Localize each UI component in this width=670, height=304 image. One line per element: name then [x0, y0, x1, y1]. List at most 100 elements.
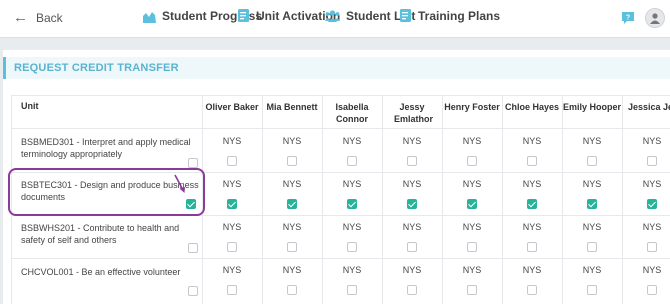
users-icon — [325, 10, 340, 22]
row-divider — [11, 95, 670, 96]
row-divider — [11, 258, 670, 259]
transfer-checkbox[interactable] — [647, 199, 657, 209]
transfer-checkbox[interactable] — [347, 285, 357, 295]
student-column-header: Henry Foster — [444, 102, 500, 112]
status-text: NYS — [642, 265, 662, 275]
back-button[interactable]: ← Back — [13, 10, 63, 25]
transfer-checkbox[interactable] — [587, 199, 597, 209]
status-text: NYS — [522, 265, 542, 275]
student-column-header: Jessica Jet — [627, 102, 670, 112]
status-text: NYS — [402, 222, 422, 232]
status-text: NYS — [582, 222, 602, 232]
transfer-checkbox[interactable] — [287, 199, 297, 209]
student-column-header: Emily Hooper — [562, 102, 621, 112]
status-text: NYS — [642, 136, 662, 146]
transfer-checkbox[interactable] — [347, 242, 357, 252]
chat-icon[interactable]: ? — [621, 11, 635, 30]
unit-column-header: Unit — [21, 101, 39, 111]
transfer-checkbox[interactable] — [587, 242, 597, 252]
status-text: NYS — [222, 179, 242, 189]
transfer-checkbox[interactable] — [287, 285, 297, 295]
transfer-checkbox[interactable] — [527, 156, 537, 166]
unit-label: CHCVOL001 - Be an effective volunteer — [21, 267, 181, 277]
status-text: NYS — [522, 222, 542, 232]
row-select-checkbox[interactable] — [188, 286, 198, 296]
status-text: NYS — [282, 222, 302, 232]
status-text: NYS — [342, 265, 362, 275]
status-text: NYS — [342, 179, 362, 189]
column-divider — [11, 95, 12, 304]
transfer-checkbox[interactable] — [647, 242, 657, 252]
unit-label: BSBWHS201 - Contribute to health and saf… — [21, 223, 180, 245]
transfer-checkbox[interactable] — [647, 156, 657, 166]
transfer-checkbox[interactable] — [467, 199, 477, 209]
section-header: REQUEST CREDIT TRANSFER — [3, 57, 670, 79]
transfer-checkbox[interactable] — [287, 242, 297, 252]
transfer-checkbox[interactable] — [467, 156, 477, 166]
status-text: NYS — [642, 222, 662, 232]
row-divider — [11, 128, 670, 129]
status-text: NYS — [462, 222, 482, 232]
status-text: NYS — [522, 179, 542, 189]
status-text: NYS — [282, 179, 302, 189]
row-select-checkbox[interactable] — [186, 199, 196, 209]
svg-text:?: ? — [626, 15, 630, 22]
transfer-checkbox[interactable] — [227, 285, 237, 295]
nav-training-plans[interactable]: Training Plans — [400, 9, 500, 23]
transfer-checkbox[interactable] — [527, 199, 537, 209]
transfer-checkbox[interactable] — [527, 285, 537, 295]
unit-label: BSBTEC301 - Design and produce business … — [21, 180, 199, 202]
transfer-checkbox[interactable] — [647, 285, 657, 295]
transfer-checkbox[interactable] — [407, 199, 417, 209]
status-text: NYS — [342, 136, 362, 146]
row-select-checkbox[interactable] — [188, 158, 198, 168]
transfer-checkbox[interactable] — [347, 156, 357, 166]
status-text: NYS — [282, 136, 302, 146]
document-icon — [400, 9, 411, 22]
student-column-header: Isabella Connor — [335, 102, 369, 124]
row-divider — [11, 215, 670, 216]
transfer-checkbox[interactable] — [347, 199, 357, 209]
user-avatar[interactable] — [645, 8, 665, 28]
transfer-checkbox[interactable] — [227, 156, 237, 166]
status-text: NYS — [402, 265, 422, 275]
status-text: NYS — [582, 136, 602, 146]
status-text: NYS — [642, 179, 662, 189]
transfer-checkbox[interactable] — [287, 156, 297, 166]
nav-label: Training Plans — [418, 9, 501, 23]
back-label: Back — [36, 11, 63, 25]
transfer-checkbox[interactable] — [587, 156, 597, 166]
top-navigation-bar: ← Back Student Progress Unit Activation … — [0, 0, 670, 38]
row-divider — [11, 172, 670, 173]
student-column-header: Oliver Baker — [205, 102, 259, 112]
status-text: NYS — [402, 136, 422, 146]
credit-transfer-table: Unit Oliver Baker Mia Bennett Isabella C… — [11, 95, 670, 304]
unit-label: BSBMED301 - Interpret and apply medical … — [21, 137, 191, 159]
transfer-checkbox[interactable] — [467, 285, 477, 295]
transfer-checkbox[interactable] — [407, 242, 417, 252]
chart-icon — [143, 11, 156, 23]
transfer-checkbox[interactable] — [227, 242, 237, 252]
student-column-header: Mia Bennett — [266, 102, 318, 112]
section-title: REQUEST CREDIT TRANSFER — [14, 62, 179, 74]
status-text: NYS — [222, 136, 242, 146]
transfer-checkbox[interactable] — [407, 156, 417, 166]
status-text: NYS — [462, 179, 482, 189]
transfer-checkbox[interactable] — [527, 242, 537, 252]
document-icon — [238, 9, 249, 22]
status-text: NYS — [582, 265, 602, 275]
status-text: NYS — [222, 222, 242, 232]
status-text: NYS — [282, 265, 302, 275]
transfer-checkbox[interactable] — [587, 285, 597, 295]
status-text: NYS — [582, 179, 602, 189]
user-icon — [650, 13, 660, 24]
transfer-checkbox[interactable] — [467, 242, 477, 252]
transfer-checkbox[interactable] — [227, 199, 237, 209]
student-column-header: Jessy Emlathor — [394, 102, 434, 124]
status-text: NYS — [462, 265, 482, 275]
status-text: NYS — [222, 265, 242, 275]
student-column-header: Chloe Hayes — [504, 102, 560, 112]
transfer-checkbox[interactable] — [407, 285, 417, 295]
row-select-checkbox[interactable] — [188, 243, 198, 253]
status-text: NYS — [342, 222, 362, 232]
